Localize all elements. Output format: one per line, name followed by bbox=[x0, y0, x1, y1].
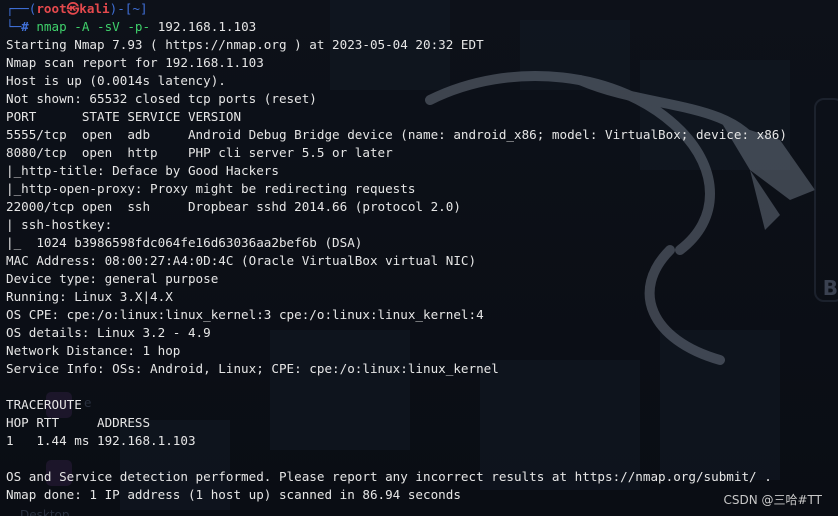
command-line: └─# nmap -A -sV -p- 192.168.1.103 bbox=[6, 18, 838, 36]
port-row: 5555/tcp open adb Android Debug Bridge d… bbox=[6, 127, 787, 142]
prompt-close: )-[ bbox=[109, 1, 133, 16]
prompt-path: ~ bbox=[132, 1, 140, 16]
script-output: |_ 1024 b3986598fdc064fe16d63036aa2bef6b… bbox=[6, 235, 363, 250]
output-line: OS details: Linux 3.2 - 4.9 bbox=[6, 325, 211, 340]
terminal-output[interactable]: ┌──(root㉿kali)-[~] └─# nmap -A -sV -p- 1… bbox=[6, 0, 838, 504]
output-line: OS and Service detection performed. Plea… bbox=[6, 469, 772, 484]
output-line: Not shown: 65532 closed tcp ports (reset… bbox=[6, 91, 317, 106]
traceroute-title: TRACEROUTE bbox=[6, 397, 82, 412]
desktop-icon-label: Desktop bbox=[20, 508, 70, 516]
command-flags: -A -sV -p- bbox=[66, 19, 158, 34]
port-row: 8080/tcp open http PHP cli server 5.5 or… bbox=[6, 145, 393, 160]
script-output: |_http-open-proxy: Proxy might be redire… bbox=[6, 181, 416, 196]
output-line: MAC Address: 08:00:27:A4:0D:4C (Oracle V… bbox=[6, 253, 477, 268]
output-line: Starting Nmap 7.93 ( https://nmap.org ) … bbox=[6, 37, 484, 52]
traceroute-row: 1 1.44 ms 192.168.1.103 bbox=[6, 433, 196, 448]
prompt-header: ┌──(root㉿kali)-[~] bbox=[6, 0, 838, 18]
prompt-hash: # bbox=[21, 19, 37, 34]
traceroute-header: HOP RTT ADDRESS bbox=[6, 415, 151, 430]
output-line: Nmap scan report for 192.168.1.103 bbox=[6, 55, 264, 70]
terminal-window[interactable]: B e Desktop ┌──(root㉿kali)-[~] └─# nmap … bbox=[0, 0, 838, 516]
output-line: Running: Linux 3.X|4.X bbox=[6, 289, 173, 304]
script-output: |_http-title: Deface by Good Hackers bbox=[6, 163, 279, 178]
prompt-end: ] bbox=[139, 1, 148, 16]
prompt-user-host: root㉿kali bbox=[36, 1, 110, 16]
csdn-watermark: CSDN @三哈#TT bbox=[723, 493, 822, 507]
output-line: Host is up (0.0014s latency). bbox=[6, 73, 226, 88]
command-name: nmap bbox=[36, 19, 67, 34]
prompt-branch: └─ bbox=[6, 19, 22, 34]
command-target: 192.168.1.103 bbox=[157, 19, 257, 34]
output-line: Device type: general purpose bbox=[6, 271, 219, 286]
output-line: OS CPE: cpe:/o:linux:linux_kernel:3 cpe:… bbox=[6, 307, 484, 322]
port-row: 22000/tcp open ssh Dropbear sshd 2014.66… bbox=[6, 199, 461, 214]
prompt-open: ┌──( bbox=[6, 1, 37, 16]
output-line: Nmap done: 1 IP address (1 host up) scan… bbox=[6, 487, 461, 502]
port-table-header: PORT STATE SERVICE VERSION bbox=[6, 109, 242, 124]
output-line: Service Info: OSs: Android, Linux; CPE: … bbox=[6, 361, 499, 376]
script-output: | ssh-hostkey: bbox=[6, 217, 113, 232]
output-line: Network Distance: 1 hop bbox=[6, 343, 181, 358]
